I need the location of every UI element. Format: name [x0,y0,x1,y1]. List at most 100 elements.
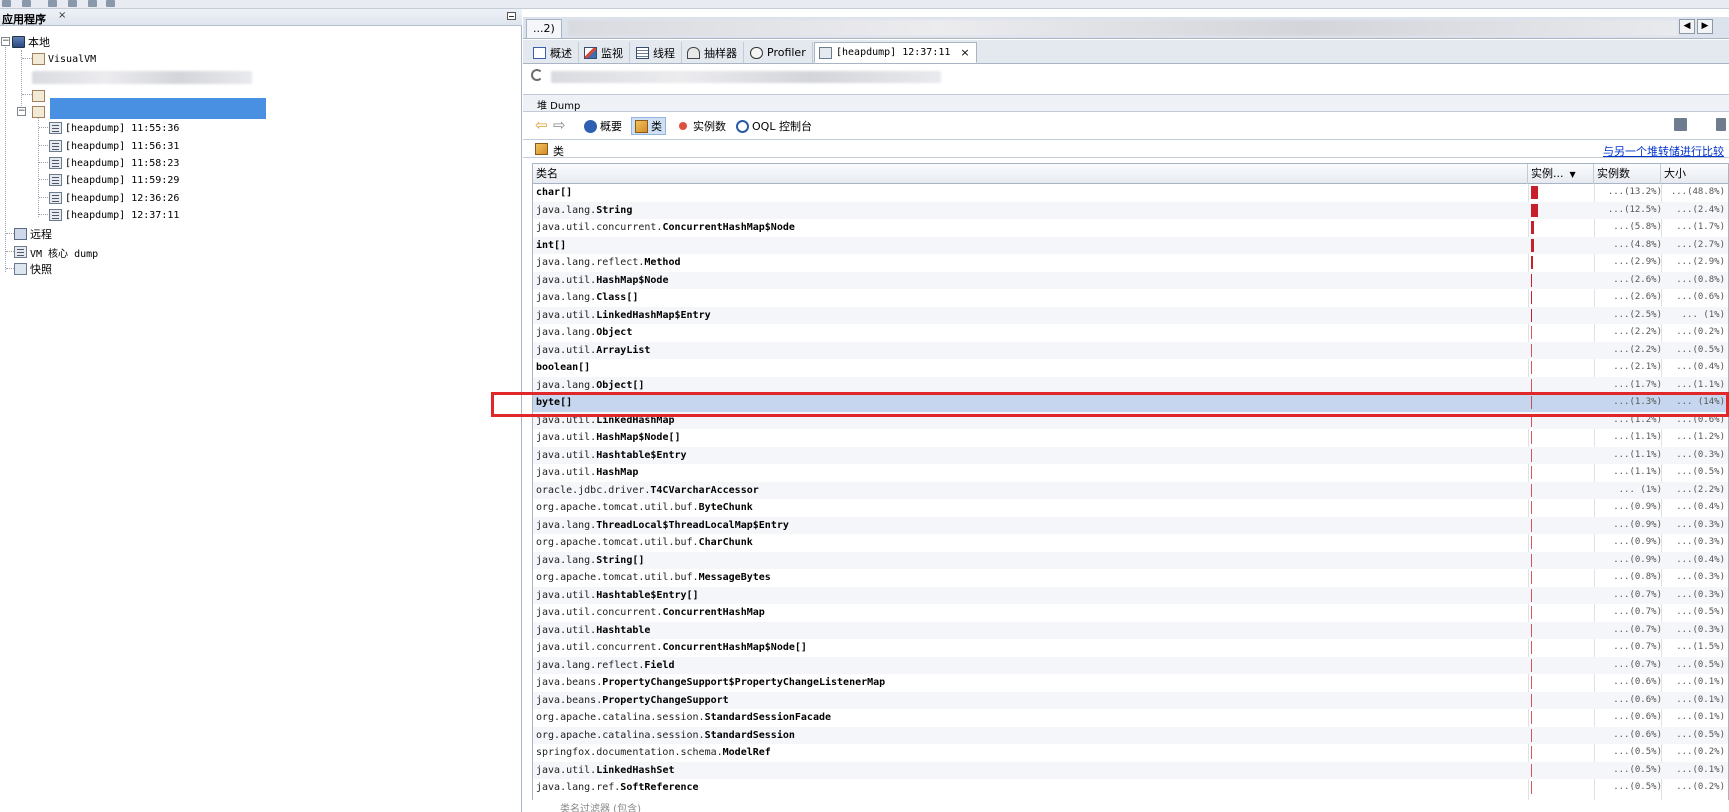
toolbar-icon[interactable] [2,0,11,7]
package-name: java.util. [536,344,597,356]
table-row[interactable]: org.apache.tomcat.util.buf.ByteChunk ...(… [533,499,1728,517]
toolbar-icon[interactable] [68,0,77,7]
toolbar-icon[interactable] [48,0,57,7]
table-row[interactable]: java.lang.String ...(12.5%) ...(2.4%) [533,201,1728,219]
table-row[interactable]: springfox.documentation.schema.ModelRef.… [533,744,1728,762]
tree-node-heapdump[interactable]: [heapdump] 12:36:26 [49,190,179,206]
tree-node-local[interactable]: 本地 [12,34,50,50]
minimize-icon[interactable] [507,12,516,20]
table-row[interactable]: java.util.Hashtable ...(0.7%) ...(0.3%) [533,621,1728,640]
info-icon [584,119,597,133]
close-icon[interactable]: × [58,10,66,21]
table-row[interactable]: java.lang.Class[] ...(2.6%) ...(0.6%) [533,289,1728,307]
table-row[interactable]: java.util.HashMap$Node ...(2.6%) ...(0.8%) [533,271,1728,290]
tree-node-snapshots[interactable]: 快照 [14,261,52,277]
table-row[interactable]: java.util.HashMap$Node[] ...(1.1%) ...(1.2… [533,429,1728,447]
collapse-toggle[interactable]: − [17,107,26,116]
overview-button[interactable]: 概要 [584,117,622,135]
table-row[interactable]: org.apache.catalina.session.StandardSess… [533,726,1728,744]
instances-bar-cell [1531,517,1593,535]
class-name-cell: java.util.HashMap$Node [536,272,1526,290]
tree-node-core-dump[interactable]: VM 核心 dump [14,244,98,260]
table-row[interactable]: boolean[] ...(2.1%) ...(0.4%) [533,359,1728,377]
tab-monitor[interactable]: 监视 [580,42,630,63]
class-name: Hashtable$Entry[] [596,589,699,601]
tree-node-app[interactable] [32,88,48,104]
table-row[interactable]: java.lang.ref.SoftReference ...(0.5%) ...(… [533,779,1728,797]
tree-guide [22,58,32,59]
table-row[interactable]: java.lang.Object ...(2.2%) ...(0.2%) [533,324,1728,342]
tab-heapdump[interactable]: [heapdump] 12:37:11 × [814,42,977,63]
size-cell: ...(0.4%) [1676,554,1725,565]
tab-left-icon[interactable]: ◀ [1679,19,1695,34]
instances-button[interactable]: 实例数 [676,117,726,135]
tab-sampler[interactable]: 抽样器 [683,42,744,63]
column-class-name[interactable]: 类名 [533,164,1528,184]
instances-bar [1531,728,1532,742]
table-row[interactable]: java.util.Hashtable$Entry[] ...(0.7%) ...(… [533,586,1728,604]
tree-node-heapdump[interactable]: [heapdump] 11:58:23 [49,155,179,171]
table-row[interactable]: oracle.jdbc.driver.T4CVarcharAccessor...… [533,481,1728,499]
class-name-cell: java.lang.reflect.Method [536,254,1526,272]
table-row[interactable]: java.lang.ThreadLocal$ThreadLocalMap$Ent… [533,516,1728,535]
class-name: ThreadLocal$ThreadLocalMap$Entry [596,519,789,531]
table-row[interactable]: java.util.ArrayList ...(2.2%) ...(0.5%) [533,341,1728,359]
toolbar-icon[interactable] [22,0,31,7]
class-filter[interactable]: 类名过滤器 (包含) [532,800,1729,812]
compare-link[interactable]: 与另一个堆转储进行比较 [1603,143,1724,159]
visualvm-icon [32,53,45,65]
table-row[interactable]: char[] ...(13.2%) ...(48.8%) [533,184,1728,202]
class-name: HashMap$Node[] [596,432,681,443]
table-row[interactable]: java.util.LinkedHashMap$Entry ...(2.5%)..… [533,306,1728,324]
table-row[interactable]: int[] ...(4.8%) ...(2.7%) [533,236,1728,254]
table-row[interactable]: java.util.Hashtable$Entry ...(1.1%) ...(0.… [533,446,1728,464]
document-tab[interactable]: ...2) [526,19,562,38]
instances-bar-cell [1531,359,1593,377]
tree-node-heapdump[interactable]: [heapdump] 11:59:29 [49,172,179,188]
column-size[interactable]: 大小 [1661,164,1728,184]
back-icon[interactable]: ⇦ [535,118,548,133]
table-row[interactable]: java.util.concurrent.ConcurrentHashMap..… [533,604,1728,622]
instances-bar-cell [1531,254,1593,272]
tab-right-icon[interactable]: ▶ [1697,19,1713,34]
tree-node-remote[interactable]: 远程 [14,226,52,242]
oql-console-button[interactable]: OQL 控制台 [736,117,812,135]
collapse-toggle[interactable]: − [1,37,10,46]
tree-node-selected-app[interactable] [32,104,48,120]
table-row[interactable]: java.util.LinkedHashSet ...(0.5%) ...(0.1%… [533,761,1728,779]
tab-profiler[interactable]: Profiler [746,42,813,63]
column-instances[interactable]: 实例数 [1594,164,1661,184]
tree-node-visualvm[interactable]: VisualVM [32,51,96,67]
column-instances-bar[interactable]: 实例... ▼ [1528,164,1594,184]
table-row[interactable]: java.beans.PropertyChangeSupport ...(0.6%… [533,691,1728,709]
table-row[interactable]: org.apache.tomcat.util.buf.MessageBytes.… [533,569,1728,587]
table-row[interactable]: java.util.concurrent.ConcurrentHashMap$N… [533,639,1728,657]
table-row[interactable]: java.beans.PropertyChangeSupport$Propert… [533,674,1728,692]
forward-icon[interactable]: ⇨ [553,118,566,133]
tab-overview[interactable]: 概述 [529,42,579,63]
table-row[interactable]: org.apache.tomcat.util.buf.CharChunk ...(… [533,534,1728,552]
tree-node-heapdump[interactable]: [heapdump] 11:55:36 [49,120,179,136]
tab-threads[interactable]: 线程 [632,42,682,63]
tree-node-heapdump[interactable]: [heapdump] 11:56:31 [49,138,179,154]
table-row[interactable]: java.util.concurrent.ConcurrentHashMap$N… [533,219,1728,237]
instances-bar [1531,623,1532,637]
classes-button[interactable]: 类 [631,117,666,135]
save-icon[interactable] [1674,118,1687,131]
class-name-cell: char[] [536,184,1526,202]
table-row[interactable]: java.lang.String[] ...(0.9%) ...(0.4%) [533,551,1728,569]
toolbar-icon[interactable] [106,0,115,7]
table-row[interactable]: java.lang.reflect.Method ...(2.9%) ...(2.9… [533,254,1728,272]
table-row[interactable]: java.util.HashMap ...(1.1%) ...(0.5%) [533,464,1728,482]
options-icon[interactable] [1716,118,1726,131]
instances-bar [1531,308,1532,322]
toolbar-icon[interactable] [88,0,97,7]
table-row[interactable]: java.lang.reflect.Field ...(0.7%) ...(0.5%… [533,656,1728,674]
table-row[interactable]: org.apache.catalina.session.StandardSess… [533,709,1728,727]
instances-cell: ...(1.1%) [1613,432,1662,442]
close-icon[interactable]: × [960,46,969,59]
sampler-icon [687,46,700,59]
instances-bar-cell [1531,622,1593,640]
tree-node-heapdump[interactable]: [heapdump] 12:37:11 [49,207,179,223]
class-name: StandardSession [704,729,795,741]
